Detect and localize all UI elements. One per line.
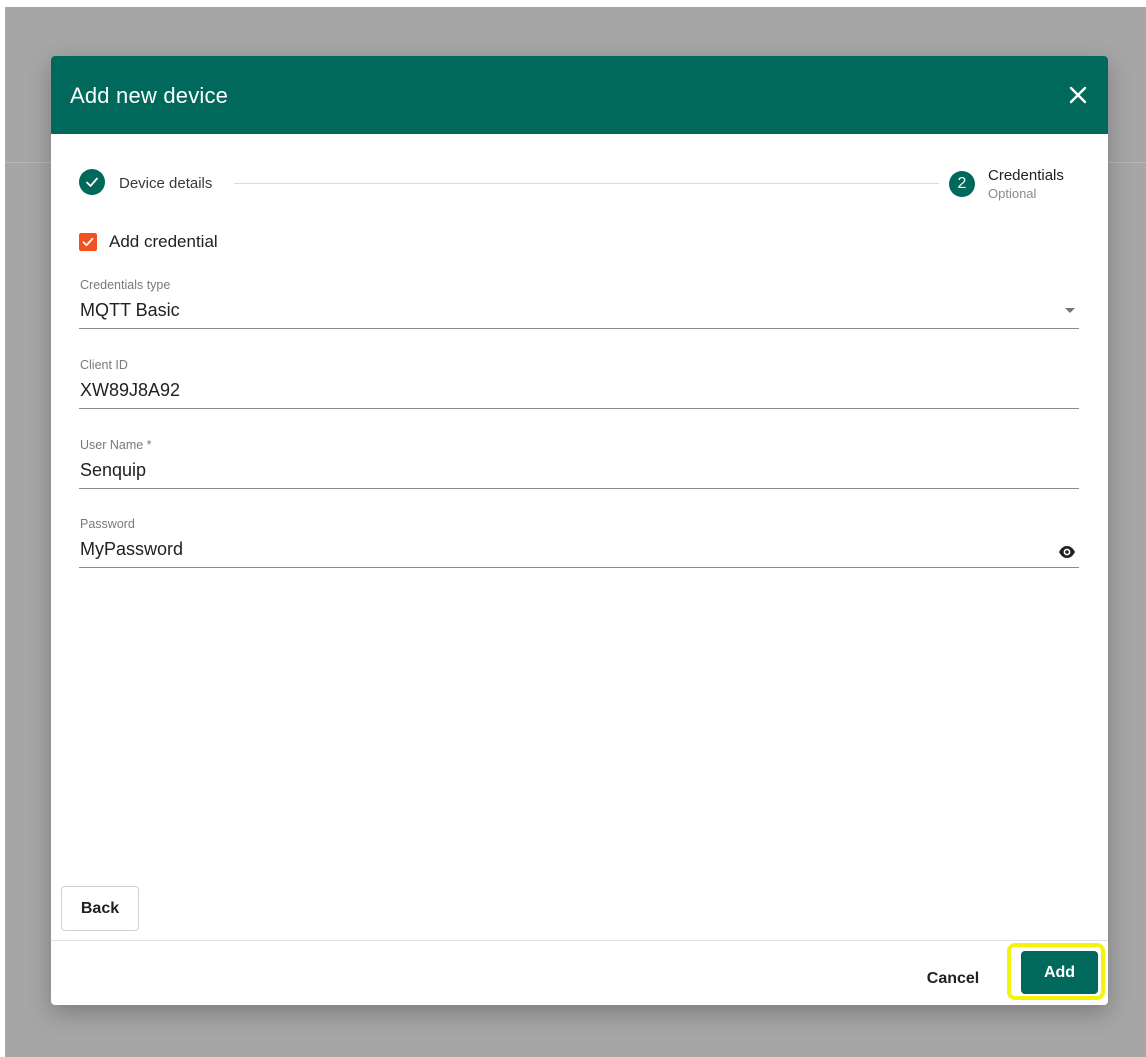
stepper: Device details 2 Credentials Optional [79,167,1084,208]
field-label: User Name * [80,438,152,452]
close-icon [1069,86,1087,104]
footer-divider [51,940,1108,941]
eye-icon[interactable] [1058,545,1076,559]
field-value[interactable]: XW89J8A92 [80,380,180,401]
field-underline [79,488,1079,489]
step-connector [234,183,939,184]
add-credential-checkbox[interactable]: Add credential [79,230,218,254]
field-label: Client ID [80,358,128,372]
add-device-dialog: Add new device Device details 2 Credenti… [51,56,1108,1005]
dialog-header: Add new device [51,56,1108,134]
field-underline [79,408,1079,409]
step-2-label[interactable]: Credentials [988,167,1064,184]
step-2-sublabel: Optional [988,186,1037,201]
close-button[interactable] [1064,81,1092,109]
cancel-button[interactable]: Cancel [913,961,993,997]
field-label: Credentials type [80,278,171,292]
checkbox-label: Add credential [109,232,218,251]
check-icon [86,177,98,187]
step-1-completed[interactable] [79,169,105,195]
dialog-title: Add new device [70,83,229,108]
back-button[interactable]: Back [61,886,139,931]
step-1-label[interactable]: Device details [119,175,212,192]
field-underline [79,328,1079,329]
field-value[interactable]: MQTT Basic [80,300,180,321]
dropdown-arrow-icon[interactable] [1065,308,1075,313]
add-button[interactable]: Add [1021,951,1098,994]
checkbox-checked-icon[interactable] [79,233,97,251]
field-underline [79,567,1079,568]
field-label: Password [80,517,135,531]
field-value[interactable]: Senquip [80,460,146,481]
field-value[interactable]: MyPassword [80,539,183,560]
step-2-number[interactable]: 2 [949,171,975,197]
